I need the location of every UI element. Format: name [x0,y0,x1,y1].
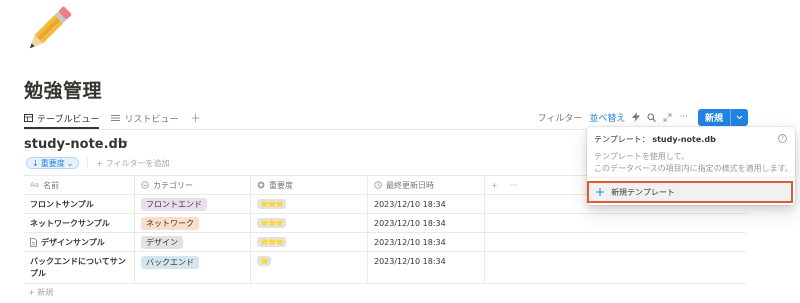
new-template-label: 新規テンプレート [611,187,675,197]
row-importance[interactable]: ⭐⭐⭐ [251,233,368,251]
row-name-text: フロントサンプル [30,199,94,209]
tab-list-view-label: リストビュー [124,114,179,125]
row-updated: 2023/12/10 18:34 [368,233,485,251]
page-title[interactable]: 勉強管理 [24,76,102,103]
pencil-icon[interactable] [22,4,74,56]
sort-chip[interactable]: ↓ 重要度 ⌄ [26,157,80,169]
arrow-down-icon: ↓ [32,158,39,168]
status-icon [257,181,265,189]
chevron-down-icon[interactable] [731,109,748,126]
popup-description: テンプレートを使用して、 [594,152,690,161]
row-name[interactable]: デザインサンプル [24,233,135,251]
table-row[interactable]: ネットワークサンプル ネットワーク ⭐⭐⭐ 2023/12/10 18:34 [24,214,746,233]
column-header-category[interactable]: カテゴリー [135,176,251,194]
star-rating: ⭐⭐⭐ [257,218,287,228]
category-tag: フロントエンド [141,197,207,211]
filter-separator [87,157,89,169]
table-icon [24,114,33,122]
row-importance[interactable]: ⭐⭐⭐ [251,214,368,232]
category-tag: デザイン [141,235,183,249]
row-updated: 2023/12/10 18:34 [368,214,485,232]
row-filler [485,252,746,283]
column-header-label: 名前 [43,180,60,190]
view-tabs: テーブルビュー リストビュー + [24,110,201,126]
sort-chip-label: 重要度 [40,158,65,168]
table-row[interactable]: バックエンドについてサンプル バックエンド ⭐ 2023/12/10 18:34 [24,252,746,284]
category-tag: ネットワーク [141,216,199,230]
help-icon[interactable]: ? [778,134,787,143]
select-icon [141,181,149,189]
row-name[interactable]: ネットワークサンプル [24,214,135,232]
row-name[interactable]: バックエンドについてサンプル [24,252,135,283]
expand-icon[interactable] [663,113,672,122]
database-more-button[interactable]: ··· [117,135,128,149]
row-category[interactable]: バックエンド [135,252,251,283]
popup-description: このデータベースの項目内に指定の様式を適用します。 [594,164,793,173]
lightning-icon[interactable] [632,112,641,122]
clock-icon [374,181,382,189]
row-name-text: デザインサンプル [41,237,105,247]
row-category[interactable]: デザイン [135,233,251,251]
row-name-text: バックエンドについてサンプル [30,256,126,278]
add-column-button[interactable]: + [491,181,498,190]
database-title[interactable]: study-note.db [24,137,127,152]
document-icon [30,237,37,247]
sort-button[interactable]: 並べ替え [589,111,625,124]
row-importance[interactable]: ⭐ [251,252,368,283]
column-header-name[interactable]: Aa 名前 [24,176,135,194]
column-header-label: 最終更新日時 [386,180,434,190]
search-icon[interactable] [647,112,657,122]
filter-row: ↓ 重要度 ⌄ + フィルターを追加 [26,157,170,169]
row-category[interactable]: フロントエンド [135,195,251,213]
new-button[interactable]: 新規 [697,108,748,126]
table-row[interactable]: デザインサンプル デザイン ⭐⭐⭐ 2023/12/10 18:34 [24,233,746,252]
row-updated: 2023/12/10 18:34 [368,252,485,283]
popup-divider [587,177,795,178]
star-rating: ⭐ [257,256,271,266]
row-updated: 2023/12/10 18:34 [368,195,485,213]
tab-list-view[interactable]: リストビュー [111,112,178,125]
column-header-importance[interactable]: 重要度 [251,176,368,194]
filter-button[interactable]: フィルター [538,111,583,124]
more-icon[interactable]: ··· [510,181,518,190]
more-icon[interactable]: ··· [679,112,688,122]
add-view-button[interactable]: + [190,112,200,124]
tab-table-view-label: テーブルビュー [37,114,100,125]
star-rating: ⭐⭐⭐ [257,237,287,247]
tab-table-view[interactable]: テーブルビュー [24,112,99,125]
column-header-updated[interactable]: 最終更新日時 [368,176,485,194]
column-header-label: 重要度 [269,180,293,190]
category-tag: バックエンド [141,256,199,269]
star-rating: ⭐⭐⭐ [257,199,287,209]
plus-icon: + [595,185,606,199]
row-name[interactable]: フロントサンプル [24,195,135,213]
new-template-button[interactable]: + 新規テンプレート [587,181,793,203]
new-button-label[interactable]: 新規 [698,108,731,126]
popup-title-db: study-note.db [652,135,716,144]
popup-title-prefix: テンプレート： [594,135,650,144]
text-type-icon: Aa [30,181,40,189]
add-row-button[interactable]: + 新規 [28,287,53,298]
row-filler [485,214,746,232]
column-header-label: カテゴリー [153,180,193,190]
row-category[interactable]: ネットワーク [135,214,251,232]
chevron-down-icon: ⌄ [66,158,74,168]
row-name-text: ネットワークサンプル [30,218,110,228]
row-importance[interactable]: ⭐⭐⭐ [251,195,368,213]
list-icon [111,115,121,121]
popup-title: テンプレート： study-note.db [594,134,716,145]
row-filler [485,233,746,251]
template-popup: テンプレート： study-note.db ? テンプレートを使用して、 このデ… [587,127,795,205]
database-toolbar: フィルター 並べ替え ··· 新規 [531,108,748,126]
add-filter-button[interactable]: + フィルターを追加 [96,158,169,169]
